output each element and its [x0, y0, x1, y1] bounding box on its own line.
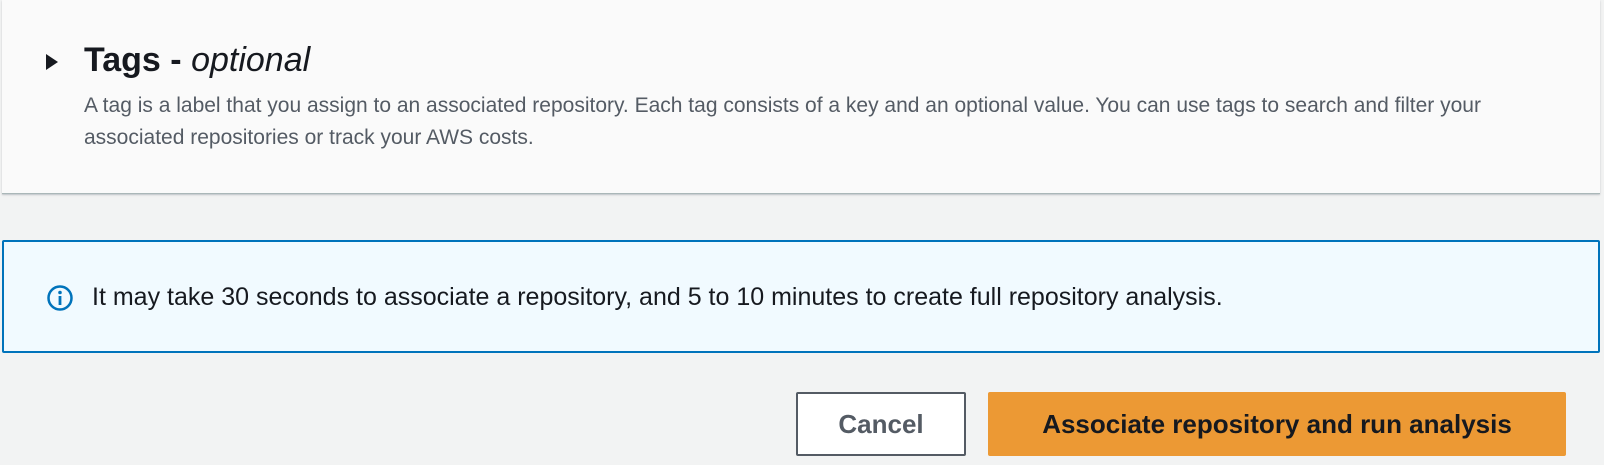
- info-circle-icon: [46, 284, 74, 312]
- tags-description: A tag is a label that you assign to an a…: [84, 94, 1481, 149]
- info-alert: It may take 30 seconds to associate a re…: [2, 240, 1600, 353]
- optional-label: optional: [191, 41, 311, 79]
- caret-right-icon[interactable]: [44, 48, 72, 76]
- tags-title: Tags -: [84, 41, 182, 79]
- tags-heading[interactable]: Tags - optional: [84, 38, 310, 82]
- cancel-button[interactable]: Cancel: [796, 392, 966, 456]
- tags-section: Tags - optional A tag is a label that yo…: [2, 0, 1600, 194]
- associate-repository-button[interactable]: Associate repository and run analysis: [988, 392, 1566, 456]
- info-message: It may take 30 seconds to associate a re…: [92, 283, 1223, 311]
